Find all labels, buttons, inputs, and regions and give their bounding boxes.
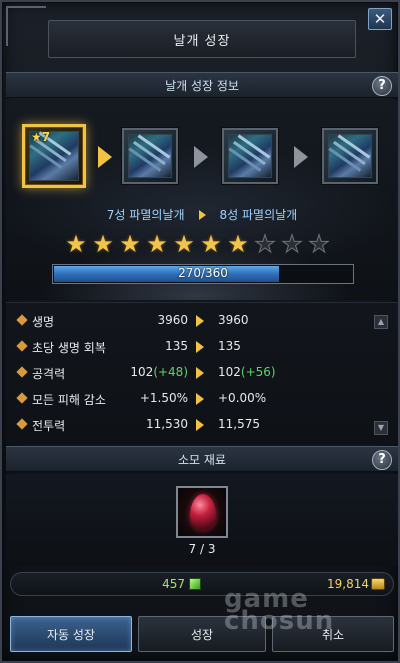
stat-current-bonus: (+48) — [153, 365, 188, 379]
stat-next-number: 11,575 — [218, 417, 260, 431]
wing-stage-2[interactable] — [122, 128, 178, 184]
star-filled-icon: ★ — [173, 230, 195, 258]
gold-amount: 19,814 — [327, 577, 369, 591]
stat-current-value: 135 — [165, 339, 188, 353]
next-wing-name: 8성 파멸의날개 — [219, 208, 298, 222]
stat-row: 생명 3960 3960 — [6, 311, 398, 331]
help-icon[interactable]: ? — [372, 450, 392, 470]
gold-coin-icon — [371, 578, 385, 590]
stat-current-number: +1.50% — [139, 391, 188, 405]
materials-panel: 7 / 3 — [6, 474, 398, 566]
green-gem-icon — [189, 578, 201, 590]
wing-stage-3[interactable] — [222, 128, 278, 184]
diamond-bullet-icon — [16, 392, 28, 404]
materials-section-header: 소모 재료 ? — [6, 446, 398, 472]
wing-icon — [328, 134, 372, 178]
growth-info-panel: ★7 7성 파멸의날개 8성 파멸의날개 ★ ★ ★ ★ ★ ★ ★ ★ ★ ★ 270/360 — [6, 100, 398, 300]
stat-next-value: 102(+56) — [218, 365, 276, 379]
arrow-right-icon — [198, 209, 206, 220]
progress-text: 270/360 — [178, 266, 228, 280]
stat-current-number: 3960 — [157, 313, 188, 327]
growth-progress-bar: 270/360 — [52, 264, 354, 284]
stat-label: 모든 피해 감소 — [32, 393, 106, 407]
upgrade-names: 7성 파멸의날개 8성 파멸의날개 — [6, 206, 398, 223]
window-title: 날개 성장 — [48, 20, 356, 58]
arrow-right-icon — [196, 315, 204, 327]
chevron-right-icon — [194, 146, 208, 168]
info-section-header: 날개 성장 정보 ? — [6, 72, 398, 98]
arrow-right-icon — [196, 419, 204, 431]
stat-current-number: 11,530 — [146, 417, 188, 431]
close-icon[interactable]: ✕ — [368, 8, 392, 30]
star-filled-icon: ★ — [65, 230, 87, 258]
grow-button[interactable]: 성장 — [138, 616, 266, 652]
arrow-right-icon — [196, 367, 204, 379]
star-filled-icon: ★ — [227, 230, 249, 258]
material-slot[interactable] — [176, 486, 228, 538]
stat-next-bonus: (+56) — [240, 365, 276, 379]
wing-icon — [228, 134, 272, 178]
stat-label: 전투력 — [32, 419, 66, 433]
stat-current-value: 11,530 — [146, 417, 188, 431]
arrow-right-icon — [196, 341, 204, 353]
star-empty-icon: ★ — [308, 230, 331, 258]
arrow-right-icon — [196, 393, 204, 405]
stage-star-label: ★7 — [31, 130, 51, 144]
wing-icon — [128, 134, 172, 178]
diamond-bullet-icon — [16, 366, 28, 378]
material-count: 7 / 3 — [188, 542, 216, 556]
stat-label: 초당 생명 회복 — [32, 341, 106, 355]
stat-next-number: 135 — [218, 339, 241, 353]
stat-label: 생명 — [32, 315, 55, 329]
stat-next-number: 102 — [218, 365, 241, 379]
frame-corner-ornament — [6, 6, 46, 46]
red-egg-icon — [190, 494, 216, 530]
chevron-right-icon — [294, 146, 308, 168]
star-filled-icon: ★ — [92, 230, 114, 258]
help-icon[interactable]: ? — [372, 76, 392, 96]
stat-next-value: 135 — [218, 339, 241, 353]
stat-label: 공격력 — [32, 367, 66, 381]
stat-row: 모든 피해 감소 +1.50% +0.00% — [6, 389, 398, 409]
gem-amount: 457 — [162, 577, 185, 591]
current-wing-name: 7성 파멸의날개 — [106, 208, 185, 222]
star-empty-icon: ★ — [281, 230, 304, 258]
stat-current-number: 135 — [165, 339, 188, 353]
stat-row: 공격력 102(+48) 102(+56) — [6, 363, 398, 383]
diamond-bullet-icon — [16, 340, 28, 352]
stat-current-value: +1.50% — [140, 391, 188, 405]
stat-row: 전투력 11,530 11,575 — [6, 415, 398, 435]
star-filled-icon: ★ — [119, 230, 141, 258]
stat-next-value: +0.00% — [218, 391, 266, 405]
star-empty-icon: ★ — [254, 230, 277, 258]
stat-current-number: 102 — [130, 365, 154, 379]
diamond-bullet-icon — [16, 314, 28, 326]
currency-bar: 457 19,814 — [10, 572, 394, 596]
wing-growth-window: 날개 성장 ✕ 날개 성장 정보 ? ★7 7성 파멸의날개 8성 파멸의날개 … — [0, 0, 400, 663]
stat-next-value: 11,575 — [218, 417, 260, 431]
stat-comparison-list: ▲ ▼ 생명 3960 3960 초당 생명 회복 135 135 공격력 102(+48) 1… — [6, 302, 398, 444]
stat-current-value: 102(+48) — [130, 365, 188, 379]
star-filled-icon: ★ — [146, 230, 168, 258]
wing-stage-4[interactable] — [322, 128, 378, 184]
auto-grow-button[interactable]: 자동 성장 — [10, 616, 132, 652]
chevron-right-icon — [98, 146, 112, 168]
stat-current-value: 3960 — [157, 313, 188, 327]
stat-row: 초당 생명 회복 135 135 — [6, 337, 398, 357]
star-filled-icon: ★ — [200, 230, 222, 258]
star-rating: ★ ★ ★ ★ ★ ★ ★ ★ ★ ★ — [64, 230, 331, 258]
materials-section-title: 소모 재료 — [178, 452, 226, 467]
info-section-title: 날개 성장 정보 — [165, 78, 239, 93]
stat-next-number: 3960 — [218, 313, 249, 327]
diamond-bullet-icon — [16, 418, 28, 430]
wing-stage-current[interactable]: ★7 — [22, 124, 86, 188]
stat-next-number: +0.00% — [218, 391, 267, 405]
stat-next-value: 3960 — [218, 313, 249, 327]
cancel-button[interactable]: 취소 — [272, 616, 394, 652]
